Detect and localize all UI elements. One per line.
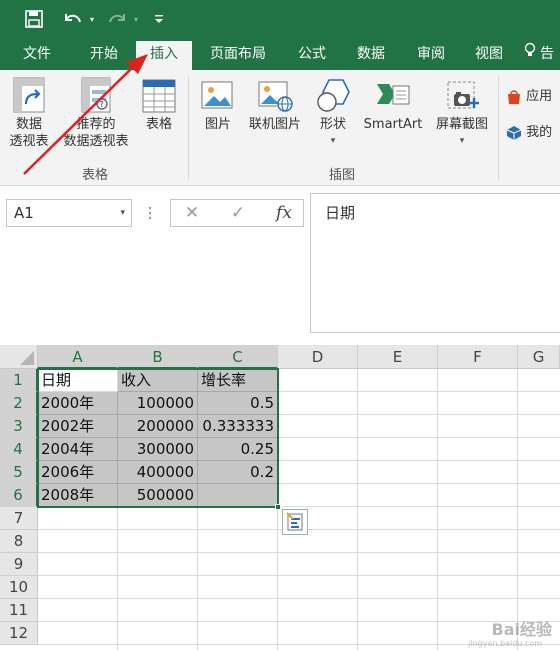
annotation-arrow (23, 54, 148, 175)
